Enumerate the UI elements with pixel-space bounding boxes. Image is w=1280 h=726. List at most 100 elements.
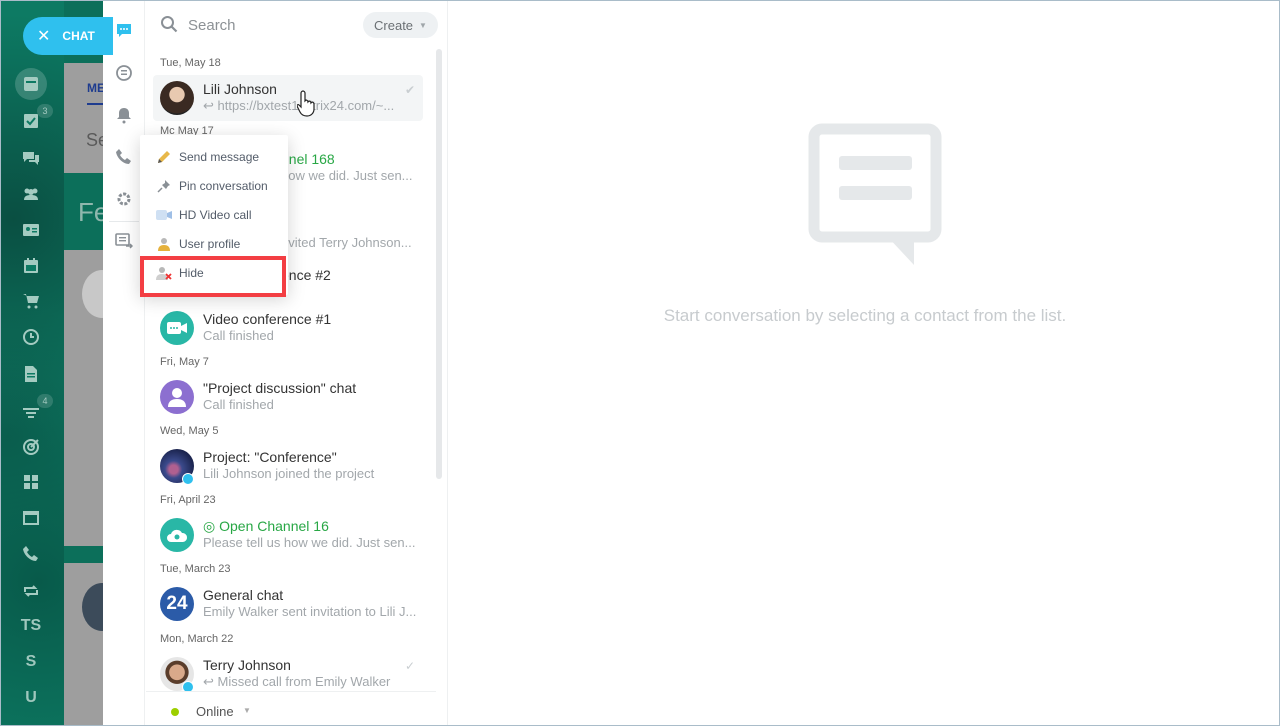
item-subtitle: ↩ Missed call from Emily Walker	[203, 674, 391, 689]
item-subtitle: now we did. Just sen...	[281, 168, 413, 183]
item-title: ence #2	[281, 267, 331, 283]
messenger-window: 3 4 TS S U ME Se Fe ✕ CHAT Search Create…	[0, 0, 1280, 726]
user-profile-icon	[156, 236, 172, 252]
menu-item-hide[interactable]: Hide	[140, 259, 288, 287]
lock-badge-icon	[182, 473, 194, 485]
close-icon: ✕	[37, 28, 51, 45]
chat-icon[interactable]	[19, 146, 43, 170]
item-subtitle: Call finished	[203, 328, 274, 343]
video-avatar	[160, 311, 194, 345]
read-check-icon: ✔	[404, 83, 415, 97]
pin-icon	[156, 178, 172, 194]
empty-state-text: Start conversation by selecting a contac…	[663, 306, 1067, 325]
search-bar: Create ▼	[146, 1, 448, 49]
apps-icon[interactable]	[19, 470, 43, 494]
chat-label: CHAT	[62, 29, 95, 43]
list-scrollbar[interactable]	[436, 49, 442, 479]
background-post	[64, 563, 122, 725]
item-title: ◎ Open Channel 16	[203, 518, 329, 534]
date-label: Tue, March 23	[160, 563, 231, 575]
online-status-dot	[171, 708, 179, 716]
sidebar-item-u[interactable]: U	[19, 686, 43, 710]
document-icon[interactable]	[19, 362, 43, 386]
settings-icon[interactable]	[114, 189, 134, 209]
date-label: Tue, May 18	[160, 57, 221, 69]
search-input[interactable]	[188, 13, 358, 37]
background-post	[64, 250, 122, 546]
notifications-icon[interactable]	[114, 105, 134, 125]
menu-item-pin-conversation[interactable]: Pin conversation	[140, 172, 288, 200]
group-avatar	[160, 380, 194, 414]
status-selector[interactable]: Online	[196, 704, 234, 719]
phone-icon[interactable]	[19, 542, 43, 566]
pencil-icon	[156, 149, 172, 165]
read-check-icon: ✓	[404, 659, 415, 673]
list-item[interactable]: Video conference #1 Call finished	[153, 305, 423, 351]
create-label: Create	[374, 17, 414, 33]
empty-chat-icon	[808, 123, 942, 265]
search-icon	[161, 16, 178, 33]
clock-icon[interactable]	[19, 325, 43, 349]
feed-icon[interactable]	[19, 72, 43, 96]
item-title: Terry Johnson	[203, 657, 291, 673]
background-page: ME Se Fe	[64, 1, 122, 725]
reply-icon: ↩	[203, 674, 218, 689]
workgroups-icon[interactable]	[19, 182, 43, 206]
open-channel-icon: ◎	[203, 518, 220, 534]
open-channel-avatar	[160, 518, 194, 552]
sidebar-item-ts[interactable]: TS	[19, 614, 43, 638]
chevron-down-icon[interactable]: ▼	[243, 706, 251, 715]
item-title: General chat	[203, 587, 284, 603]
open-lines-icon[interactable]	[114, 63, 134, 83]
chat-area: Start conversation by selecting a contac…	[449, 1, 1279, 725]
cart-icon[interactable]	[19, 289, 43, 313]
chat-icon[interactable]	[114, 21, 134, 41]
item-subtitle: Lili Johnson joined the project	[203, 466, 375, 481]
list-item[interactable]: Project: "Conference" Lili Johnson joine…	[153, 443, 423, 489]
menu-item-send-message[interactable]: Send message	[140, 143, 288, 171]
item-title: Lili Johnson	[203, 81, 277, 97]
chevron-down-icon: ▼	[419, 20, 427, 30]
hand-cursor-icon	[297, 90, 315, 117]
avatar	[160, 81, 194, 115]
item-title: Project: "Conference"	[203, 449, 337, 465]
contacts-icon[interactable]	[19, 218, 43, 242]
video-camera-icon	[156, 207, 172, 223]
target-icon[interactable]	[19, 435, 43, 459]
item-subtitle: nvited Terry Johnson...	[281, 235, 412, 250]
general-chat-avatar: 24	[160, 587, 194, 621]
list-item[interactable]: "Project discussion" chat Call finished	[153, 374, 423, 420]
funnel-badge: 4	[37, 394, 53, 408]
app-sidebar: 3 4 TS S U	[1, 1, 64, 725]
item-title: Video conference #1	[203, 311, 332, 327]
list-item[interactable]: 24 General chat Emily Walker sent invita…	[153, 581, 423, 627]
item-title: "Project discussion" chat	[203, 380, 357, 396]
create-button[interactable]: Create ▼	[363, 12, 438, 38]
menu-item-user-profile[interactable]: User profile	[140, 230, 288, 258]
sidebar-item-s[interactable]: S	[19, 650, 43, 674]
close-chat-button[interactable]: ✕ CHAT	[23, 17, 113, 55]
calls-icon[interactable]	[114, 147, 134, 167]
export-icon[interactable]	[114, 231, 134, 251]
item-subtitle: Call finished	[203, 397, 274, 412]
rail-divider	[109, 221, 139, 222]
date-label: Wed, May 5	[160, 425, 219, 437]
tasks-badge: 3	[37, 104, 53, 118]
hide-user-icon	[156, 265, 172, 281]
status-footer: Online ▼	[146, 691, 436, 725]
list-item[interactable]: Lili Johnson ↩ https://bxtest1.bitrix24.…	[153, 75, 423, 121]
date-label: Fri, May 7	[160, 356, 209, 368]
background-card: ME Se	[64, 63, 108, 173]
sync-icon[interactable]	[19, 579, 43, 603]
menu-item-hd-video-call[interactable]: HD Video call	[140, 201, 288, 229]
date-label: Mon, March 22	[160, 633, 234, 645]
window-icon[interactable]	[19, 506, 43, 530]
reply-icon: ↩	[203, 98, 218, 113]
item-subtitle: Emily Walker sent invitation to Lili J..…	[203, 604, 417, 619]
messenger-rail	[103, 1, 145, 725]
item-title: nnel 168	[281, 151, 335, 167]
item-subtitle: Please tell us how we did. Just sen...	[203, 535, 416, 550]
date-label: Fri, April 23	[160, 494, 216, 506]
calendar-icon[interactable]	[19, 254, 43, 278]
list-item[interactable]: ◎ Open Channel 16 Please tell us how we …	[153, 512, 423, 558]
